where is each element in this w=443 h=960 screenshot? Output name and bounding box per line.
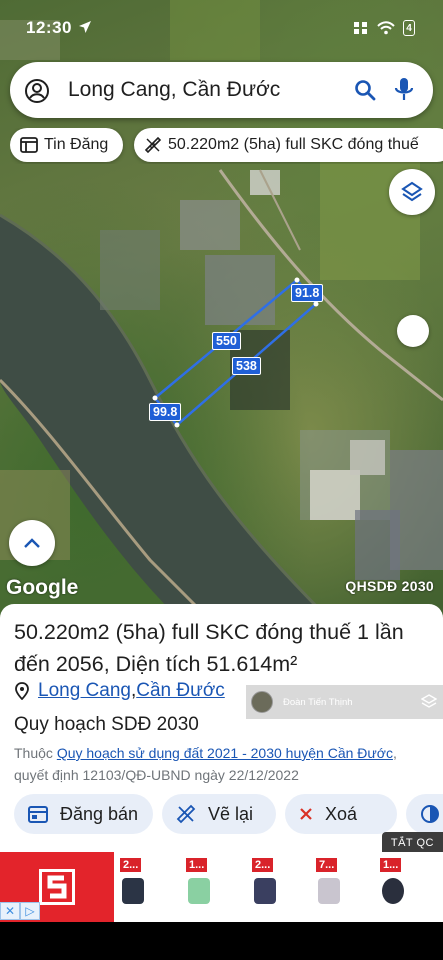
phone-image: [188, 878, 210, 904]
chip-label: Tin Đăng: [44, 136, 109, 153]
close-ad-button[interactable]: TẮT QC: [381, 832, 443, 854]
post-sale-label: Đăng bán: [60, 803, 139, 824]
map-layer-label: QHSDĐ 2030: [345, 578, 434, 594]
layers-button[interactable]: [389, 169, 435, 215]
satellite-map[interactable]: 12:30 4 Long Cang, Cần Đước Tin Đăng 50.…: [0, 0, 443, 620]
phone-image: [254, 878, 276, 904]
plan-description: Thuộc Quy hoạch sử dụng đất 2021 - 2030 …: [14, 742, 434, 786]
plan-heading: Quy hoạch SDĐ 2030: [14, 714, 199, 735]
status-time: 12:30: [26, 18, 72, 37]
measure-label: 538: [232, 357, 261, 375]
wifi-icon: [377, 21, 395, 35]
home-indicator-area: [0, 922, 443, 960]
measure-label: 99.8: [149, 403, 182, 421]
redraw-label: Vẽ lại: [208, 803, 254, 824]
chevron-up-icon: [24, 538, 40, 548]
status-icons: 4: [353, 20, 415, 36]
ad-price: 1...: [186, 858, 208, 872]
delete-button[interactable]: Xoá: [285, 794, 397, 834]
ad-price: 2...: [252, 858, 274, 872]
search-bar[interactable]: Long Cang, Cần Đước: [10, 62, 433, 118]
microphone-icon[interactable]: [393, 77, 415, 103]
expand-up-button[interactable]: [9, 520, 55, 566]
ruler-icon: [176, 804, 196, 824]
measure-label: 550: [212, 332, 241, 350]
brand-s-icon: [39, 869, 75, 905]
measure-label: 91.8: [291, 284, 324, 302]
user-overlay[interactable]: Đoàn Tiến Thịnh: [246, 685, 443, 719]
listing-area-prefix: , Diện tích: [103, 652, 207, 676]
chip-tin-dang[interactable]: Tin Đăng: [10, 128, 123, 162]
map-control-dot[interactable]: [397, 315, 429, 347]
close-icon: [299, 807, 313, 821]
grid-icon: [354, 22, 367, 34]
ad-product[interactable]: 1...: [372, 856, 432, 918]
ad-badges: ✕ ▷: [0, 902, 40, 920]
ad-product[interactable]: 2...: [244, 856, 304, 918]
post-sale-button[interactable]: Đăng bán: [14, 794, 153, 834]
status-bar: 12:30 4: [0, 0, 443, 54]
desc-prefix: Thuộc: [14, 745, 57, 761]
account-icon[interactable]: [24, 78, 50, 104]
location-link-ward[interactable]: Long Cang: [38, 680, 131, 702]
phone-image: [122, 878, 144, 904]
newspaper-icon: [20, 137, 38, 153]
more-action-button[interactable]: [406, 794, 443, 834]
calendar-icon: [28, 805, 48, 823]
ruler-icon: [144, 136, 162, 154]
ad-price: 1...: [380, 858, 402, 872]
ad-product[interactable]: 1...: [178, 856, 238, 918]
stack-icon: [421, 694, 437, 708]
search-input[interactable]: Long Cang, Cần Đước: [68, 78, 280, 102]
filter-chips: Tin Đăng 50.220m2 (5ha) full SKC đóng th…: [10, 128, 443, 164]
google-logo: Google: [6, 576, 79, 599]
plan-link[interactable]: Quy hoạch sử dụng đất 2021 - 2030 huyện …: [57, 745, 393, 761]
chip-listing-title[interactable]: 50.220m2 (5ha) full SKC đóng thuế: [134, 128, 443, 162]
listing-area-value: 51.614m²: [206, 652, 298, 676]
user-name: Đoàn Tiến Thịnh: [283, 696, 353, 708]
ad-product[interactable]: 2...: [112, 856, 172, 918]
redraw-button[interactable]: Vẽ lại: [162, 794, 276, 834]
ad-banner[interactable]: 2... 1... 2... 7... 1...: [0, 852, 443, 922]
battery-icon: 4: [403, 20, 415, 36]
delete-label: Xoá: [325, 803, 358, 824]
location-link-district[interactable]: Cần Đước: [136, 680, 225, 702]
ad-choices-icon[interactable]: ▷: [20, 902, 40, 920]
action-buttons: Đăng bán Vẽ lại Xoá: [14, 794, 443, 836]
location-arrow-icon: [79, 21, 91, 33]
listing-title: 50.220m2 (5ha) full SKC đóng thuế 1 lần …: [14, 616, 439, 680]
half-circle-icon: [420, 804, 440, 824]
layers-icon: [401, 181, 423, 202]
location-pin-icon: [15, 682, 29, 700]
watch-image: [382, 878, 404, 904]
search-icon[interactable]: [353, 78, 377, 102]
ad-price: 7...: [316, 858, 338, 872]
ad-close-x-icon[interactable]: ✕: [0, 902, 20, 920]
phone-image: [318, 878, 340, 904]
avatar: [251, 691, 273, 713]
chip-label: 50.220m2 (5ha) full SKC đóng thuế: [168, 136, 419, 153]
ad-product[interactable]: 7...: [308, 856, 368, 918]
ad-price: 2...: [120, 858, 142, 872]
listing-location: Long Cang, Cần Đước: [14, 680, 225, 702]
